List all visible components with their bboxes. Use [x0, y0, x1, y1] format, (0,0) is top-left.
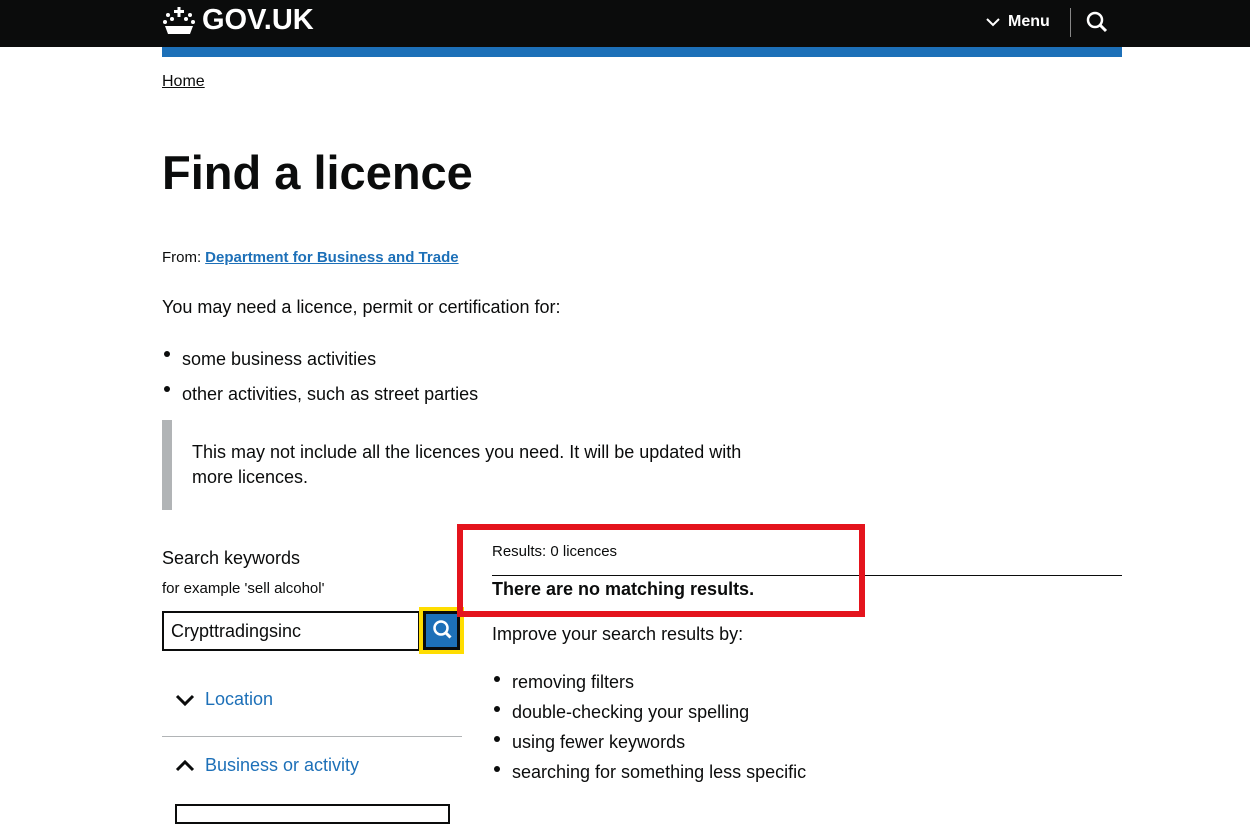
facet-label: Business or activity — [205, 755, 360, 775]
header-blue-bar — [162, 47, 1122, 57]
breadcrumb-home[interactable]: Home — [162, 73, 205, 91]
search-icon — [433, 620, 452, 639]
facet-label: Location — [205, 689, 274, 709]
site-header: GOV.UK Menu — [0, 0, 1250, 47]
search-label: Search keywords — [162, 548, 301, 568]
list-item: using fewer keywords — [492, 727, 806, 757]
facet-location[interactable]: Location — [175, 689, 273, 710]
list-item: some business activities — [162, 342, 478, 377]
logo-text: GOV.UK — [202, 4, 314, 36]
intro-list: some business activities other activitie… — [162, 342, 478, 412]
list-item: searching for something less specific — [492, 757, 806, 787]
menu-button[interactable]: Menu — [986, 13, 1050, 31]
chevron-down-icon — [986, 18, 1000, 27]
tips-list: removing filters double-checking your sp… — [492, 667, 806, 787]
list-item: double-checking your spelling — [492, 697, 806, 727]
search-hint: for example 'sell alcohol' — [162, 580, 325, 597]
facet-divider — [162, 736, 462, 737]
from-label: From: — [162, 249, 202, 266]
header-divider — [1070, 8, 1071, 37]
chevron-down-icon — [175, 694, 195, 706]
intro-text: You may need a licence, permit or certif… — [162, 297, 561, 317]
crown-icon — [163, 6, 195, 34]
search-icon — [1086, 11, 1108, 33]
inset-text: This may not include all the licences yo… — [162, 420, 762, 510]
facet-input[interactable] — [175, 804, 450, 824]
org-link[interactable]: Department for Business and Trade — [205, 249, 458, 266]
govuk-logo[interactable]: GOV.UK — [162, 4, 314, 37]
search-input[interactable]: Crypttradingsinc — [162, 611, 420, 651]
list-item: removing filters — [492, 667, 806, 697]
list-item: other activities, such as street parties — [162, 377, 478, 412]
improve-text: Improve your search results by: — [492, 624, 744, 644]
header-search-button[interactable] — [1086, 11, 1108, 38]
chevron-up-icon — [175, 759, 195, 771]
facet-business-or-activity[interactable]: Business or activity — [175, 755, 359, 776]
page-title: Find a licence — [162, 146, 473, 199]
from-line: From: Department for Business and Trade — [162, 249, 459, 266]
highlight-box — [457, 524, 865, 617]
menu-label: Menu — [1008, 13, 1050, 30]
